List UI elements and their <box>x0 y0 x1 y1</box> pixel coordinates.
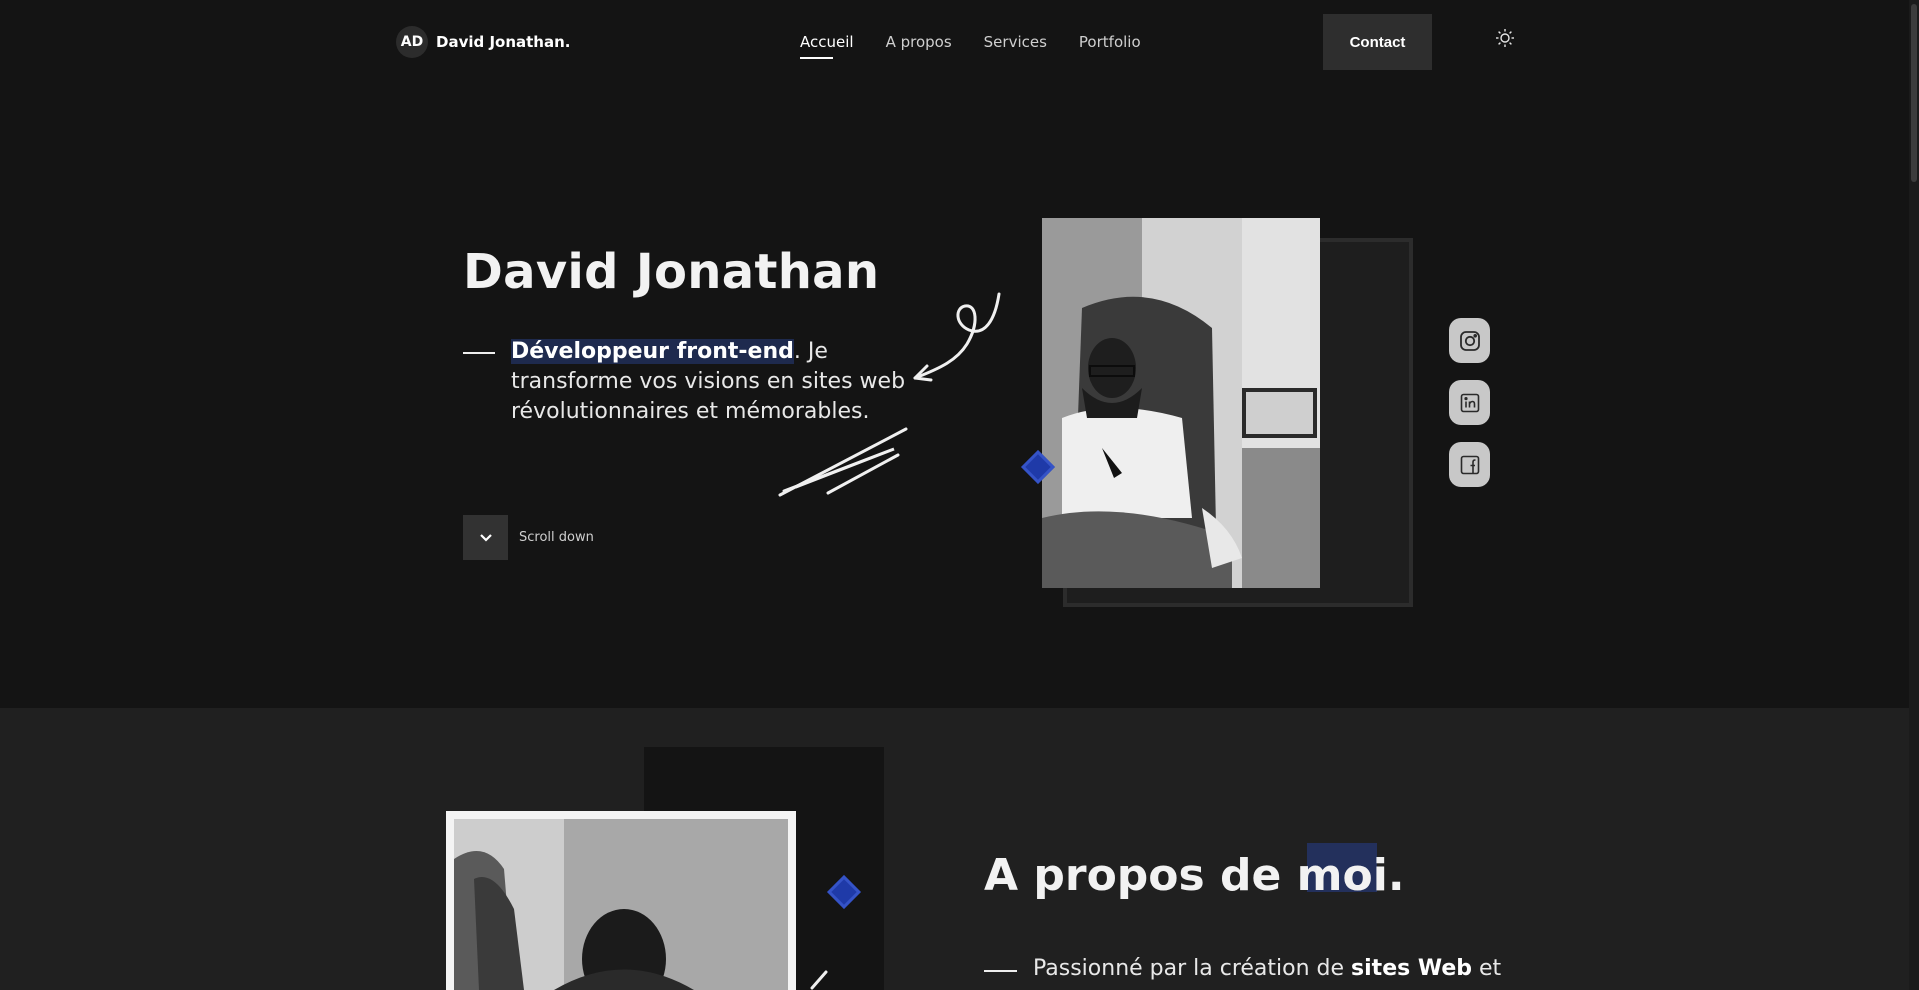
about-text-prefix: Passionné par la création de <box>1033 956 1352 981</box>
about-photo <box>454 819 788 990</box>
logo-name: David Jonathan. <box>436 33 571 51</box>
contact-button[interactable]: Contact <box>1323 14 1432 70</box>
scroll-down-label: Scroll down <box>519 530 594 545</box>
nav-item-a-propos[interactable]: A propos <box>886 33 952 51</box>
main-nav: Accueil A propos Services Portfolio <box>800 14 1141 70</box>
about-text-bold: sites Web <box>1351 956 1473 981</box>
swirl-arrow-decoration <box>913 292 1001 382</box>
instagram-button[interactable] <box>1449 318 1490 363</box>
about-title: A propos de moi. <box>984 850 1405 901</box>
about-text-suffix: et <box>1472 956 1502 981</box>
linkedin-icon <box>1460 393 1479 412</box>
about-photo-frame <box>446 811 796 990</box>
about-dash <box>984 970 1017 972</box>
about-text: Passionné par la création de sites Web e… <box>1033 956 1501 981</box>
chevron-down-icon <box>479 533 492 542</box>
hero-title: David Jonathan <box>463 244 880 300</box>
hero-photo <box>1042 218 1320 588</box>
stroke-decoration <box>810 970 828 990</box>
site-header: AD David Jonathan. Accueil A propos Serv… <box>0 0 1909 84</box>
nav-item-services[interactable]: Services <box>984 33 1047 51</box>
page-scrollbar-thumb[interactable] <box>1911 4 1917 182</box>
hero-role: Développeur front-end <box>511 339 794 364</box>
logo-badge: AD <box>396 26 428 58</box>
hero-tagline: Développeur front-end. Je transforme vos… <box>511 337 911 427</box>
facebook-icon <box>1460 455 1479 474</box>
facebook-button[interactable] <box>1449 442 1490 487</box>
scroll-down-button[interactable] <box>463 515 508 560</box>
sun-icon[interactable] <box>1494 27 1516 49</box>
instagram-icon <box>1459 330 1480 351</box>
hero-dash <box>463 352 495 354</box>
logo[interactable]: AD David Jonathan. <box>396 26 571 58</box>
scribble-decoration <box>778 427 908 497</box>
about-section <box>0 708 1909 990</box>
nav-item-accueil[interactable]: Accueil <box>800 33 854 59</box>
linkedin-button[interactable] <box>1449 380 1490 425</box>
nav-item-portfolio[interactable]: Portfolio <box>1079 33 1141 51</box>
